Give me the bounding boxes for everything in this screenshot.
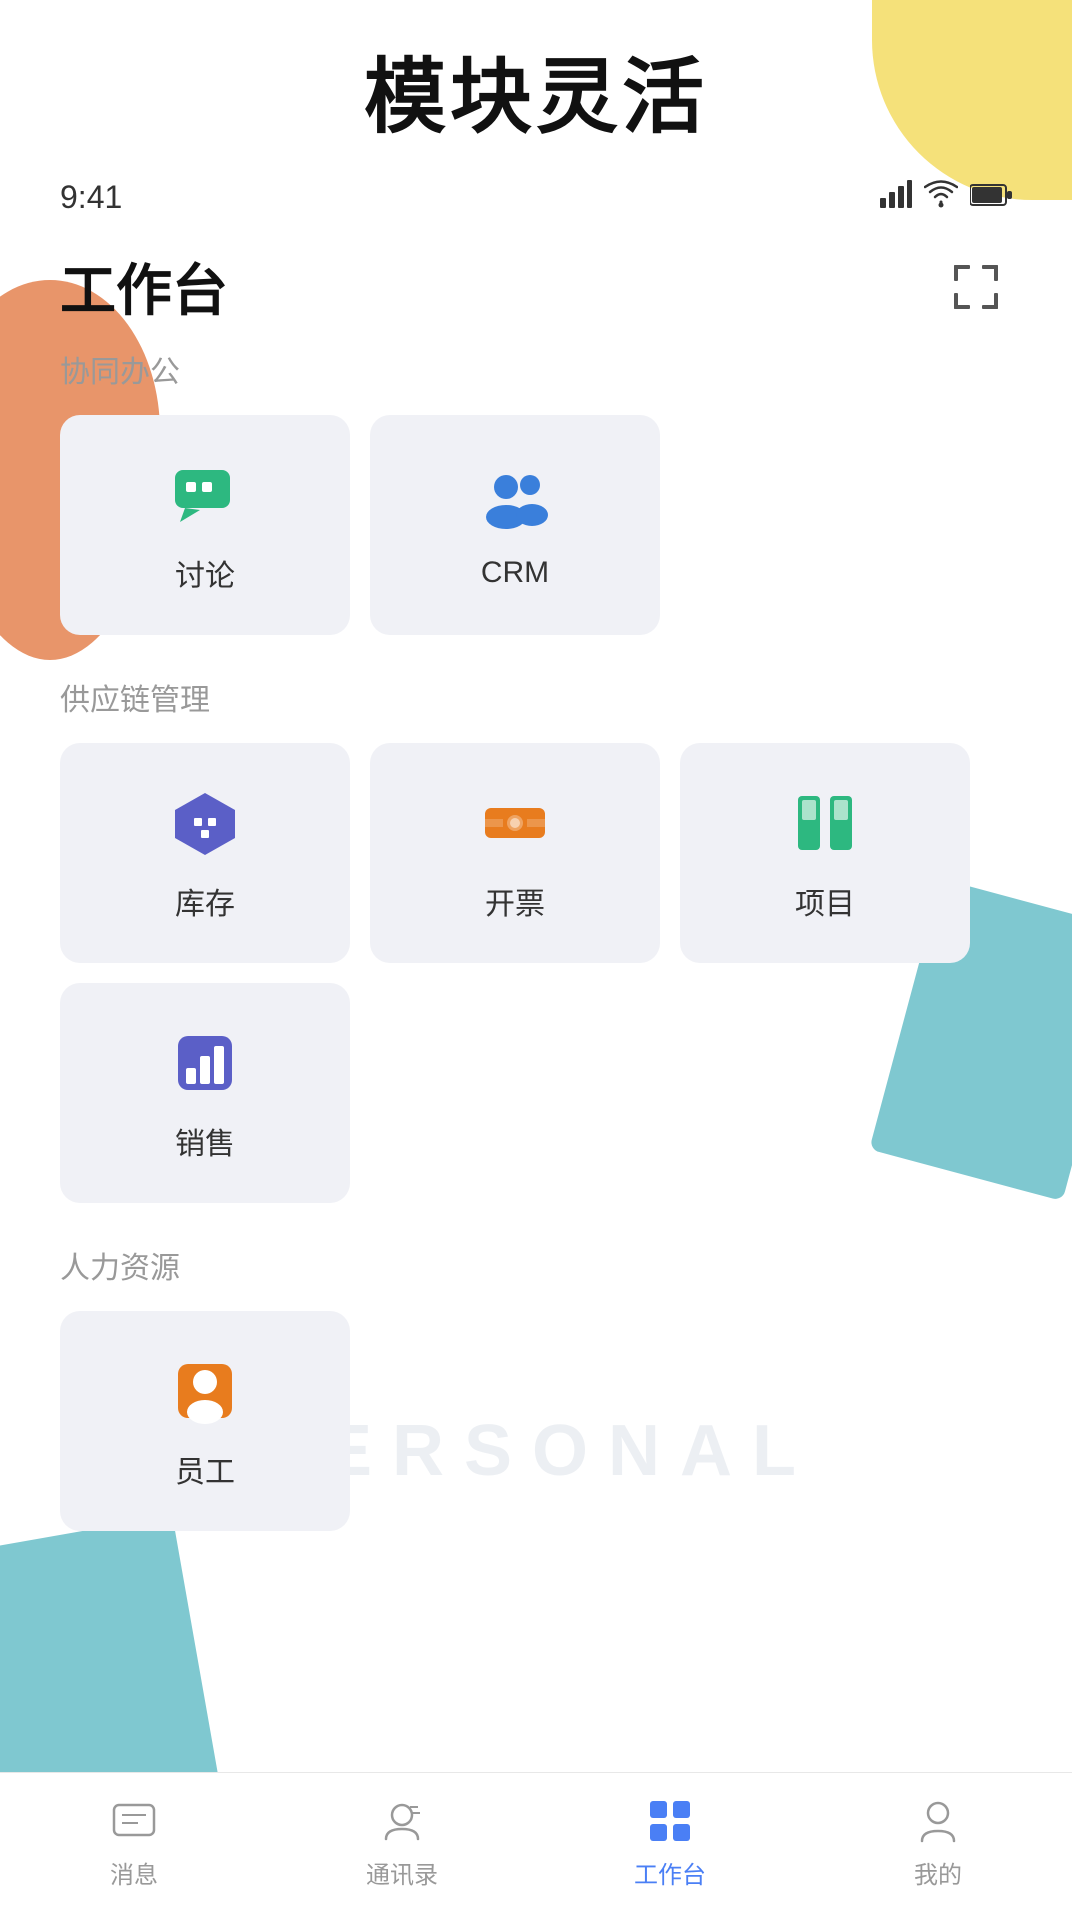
page-header: 工作台 <box>0 226 1072 347</box>
modules-grid-hr: 员工 <box>60 1311 1012 1531</box>
contacts-nav-icon <box>376 1795 428 1847</box>
discussion-icon <box>165 455 245 535</box>
nav-item-messages[interactable]: 消息 <box>0 1795 268 1890</box>
inventory-label: 库存 <box>175 879 235 923</box>
employee-label: 员工 <box>175 1447 235 1491</box>
bottom-nav: 消息 通讯录 工作台 <box>0 1772 1072 1912</box>
nav-label-mine: 我的 <box>914 1855 962 1890</box>
crm-label: CRM <box>481 556 549 590</box>
modules-grid-sales: 销售 <box>60 983 1012 1203</box>
module-inventory[interactable]: 库存 <box>60 743 350 963</box>
nav-item-mine[interactable]: 我的 <box>804 1795 1072 1890</box>
employee-icon <box>165 1351 245 1431</box>
workbench-nav-icon <box>644 1795 696 1847</box>
sales-label: 销售 <box>175 1119 235 1163</box>
section-title-hr: 人力资源 <box>60 1243 1012 1287</box>
section-hr: 人力资源 员工 <box>60 1243 1012 1531</box>
scan-icon <box>950 261 1002 313</box>
module-invoice[interactable]: 开票 <box>370 743 660 963</box>
status-icons <box>880 180 1012 215</box>
status-bar: 9:41 <box>0 169 1072 226</box>
module-discussion[interactable]: 讨论 <box>60 415 350 635</box>
modules-grid-supply-chain: 库存 开票 <box>60 743 1012 963</box>
project-icon <box>785 783 865 863</box>
nav-label-messages: 消息 <box>110 1855 158 1890</box>
signal-icon <box>880 180 912 215</box>
scan-button[interactable] <box>940 257 1012 317</box>
status-time: 9:41 <box>60 179 122 216</box>
battery-icon <box>970 182 1012 214</box>
module-employee[interactable]: 员工 <box>60 1311 350 1531</box>
mine-nav-icon <box>912 1795 964 1847</box>
module-crm[interactable]: CRM <box>370 415 660 635</box>
page-title: 工作台 <box>60 246 228 327</box>
invoice-icon <box>475 783 555 863</box>
project-label: 项目 <box>795 879 855 923</box>
banner-title: 模块灵活 <box>0 30 1072 149</box>
nav-label-workbench: 工作台 <box>634 1855 706 1890</box>
scroll-content: 协同办公 讨论 <box>0 347 1072 1819</box>
module-project[interactable]: 项目 <box>680 743 970 963</box>
section-supply-chain: 供应链管理 库存 <box>60 675 1012 1203</box>
wifi-icon <box>924 180 958 215</box>
invoice-label: 开票 <box>485 879 545 923</box>
crm-icon <box>475 460 555 540</box>
section-collaboration: 协同办公 讨论 <box>60 347 1012 635</box>
discussion-label: 讨论 <box>175 551 235 595</box>
inventory-icon <box>165 783 245 863</box>
sales-icon <box>165 1023 245 1103</box>
message-nav-icon <box>108 1795 160 1847</box>
module-sales[interactable]: 销售 <box>60 983 350 1203</box>
section-title-supply-chain: 供应链管理 <box>60 675 1012 719</box>
nav-item-contacts[interactable]: 通讯录 <box>268 1795 536 1890</box>
header-banner: 模块灵活 <box>0 0 1072 169</box>
modules-grid-collaboration: 讨论 CRM <box>60 415 1012 635</box>
section-title-collaboration: 协同办公 <box>60 347 1012 391</box>
nav-item-workbench[interactable]: 工作台 <box>536 1795 804 1890</box>
nav-label-contacts: 通讯录 <box>366 1855 438 1890</box>
